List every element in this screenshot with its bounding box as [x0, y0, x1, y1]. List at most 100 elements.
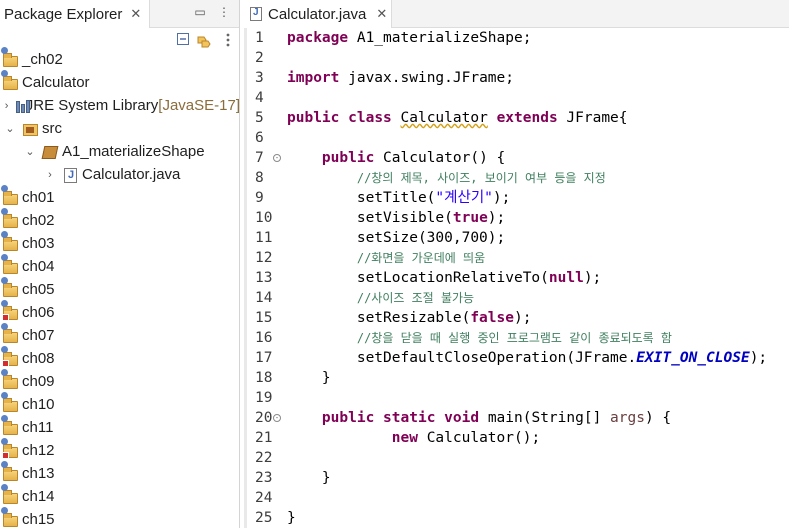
tree-item-label: ch05: [22, 281, 55, 298]
code-token: ) {: [644, 410, 672, 426]
project-icon: [1, 506, 19, 528]
tree-item-label: ch04: [22, 258, 55, 275]
close-icon[interactable]: ✕: [376, 6, 387, 22]
code-line: setSize(300,700);: [287, 228, 789, 248]
line-number: 13: [255, 270, 273, 286]
minimize-icon[interactable]: ▭: [193, 5, 207, 19]
tree-item[interactable]: ch03: [0, 230, 240, 255]
line-number: 11: [255, 230, 273, 246]
tree-item[interactable]: ch09: [0, 368, 240, 393]
code-line: package A1_materializeShape;: [287, 28, 789, 48]
tree-item[interactable]: ch13: [0, 460, 240, 485]
code-token: void: [444, 410, 480, 426]
code-line: //창을 닫을 때 실행 중인 프로그램도 같이 종료되도록 함: [287, 328, 789, 348]
tree-item-label: _ch02: [22, 51, 63, 68]
java-editor: Calculator.java ✕ 1234567-89101112131415…: [244, 0, 789, 528]
code-line: setResizable(false);: [287, 308, 789, 328]
tree-item[interactable]: › Calculator.java: [0, 163, 240, 186]
fold-toggle-icon[interactable]: -: [273, 154, 281, 162]
collapse-all-icon[interactable]: [176, 32, 192, 48]
package-explorer-view: Package Explorer ✕ ▭ ⋮ _ch02 Calculator › J…: [0, 0, 240, 528]
expanded-chevron-icon[interactable]: ⌄: [4, 122, 16, 135]
project-icon: [1, 230, 19, 252]
code-token: }: [287, 510, 296, 526]
tree-item[interactable]: ch10: [0, 391, 240, 416]
tree-item[interactable]: ch05: [0, 276, 240, 301]
tree-item[interactable]: ch12: [0, 437, 240, 462]
java-file-icon: [62, 167, 79, 183]
line-number: 24: [255, 490, 273, 506]
project-icon: [1, 207, 19, 229]
collapsed-chevron-icon[interactable]: ›: [4, 100, 9, 112]
tree-item[interactable]: ch04: [0, 253, 240, 278]
project-icon: [1, 276, 19, 298]
code-line: //사이즈 조절 불가능: [287, 288, 789, 308]
code-token: );: [513, 310, 532, 326]
project-icon: [1, 483, 19, 505]
tree-item-label: ch12: [22, 442, 55, 459]
tree-item[interactable]: ch15: [0, 506, 240, 528]
tree-item-label: ch15: [22, 511, 55, 528]
tree-item-decoration: [JavaSE-17]: [158, 97, 240, 114]
tab-calculator-java[interactable]: Calculator.java ✕: [244, 0, 392, 28]
line-number: 17: [255, 350, 273, 366]
code-text-area[interactable]: package A1_materializeShape; import java…: [287, 28, 789, 528]
code-token: A1_materializeShape;: [348, 30, 532, 46]
code-line: new Calculator();: [287, 428, 789, 448]
link-with-editor-icon[interactable]: [196, 32, 212, 48]
code-token: main(String[]: [479, 410, 611, 426]
view-menu-icon[interactable]: ⋮: [217, 5, 231, 19]
code-token: public: [321, 150, 375, 166]
code-token: public: [321, 410, 375, 426]
tree-item[interactable]: ch06: [0, 299, 240, 324]
close-icon[interactable]: ✕: [130, 6, 141, 22]
tree-item[interactable]: ⌄ A1_materializeShape: [0, 140, 240, 163]
expanded-chevron-icon[interactable]: ⌄: [24, 145, 36, 158]
code-line: }: [287, 508, 789, 528]
tree-item-label: Calculator: [22, 74, 90, 91]
line-number: 3: [255, 70, 264, 86]
tree-item[interactable]: ch07: [0, 322, 240, 347]
line-number: 25: [255, 510, 273, 526]
code-token: //창의 제목, 사이즈, 보이기 여부 등을 지정: [356, 171, 606, 185]
code-line: //화면을 가운데에 띄움: [287, 248, 789, 268]
project-icon: [1, 253, 19, 275]
tab-package-explorer[interactable]: Package Explorer ✕: [0, 0, 150, 28]
line-number: 16: [255, 330, 273, 346]
line-number: 14: [255, 290, 273, 306]
tree-item-label: ch11: [22, 419, 54, 436]
project-icon: [1, 414, 19, 436]
project-icon: [1, 322, 19, 344]
line-number: 1: [255, 30, 264, 46]
project-icon: [1, 368, 19, 390]
tree-item[interactable]: ⌄ src: [0, 117, 240, 140]
tree-item[interactable]: ch11: [0, 414, 240, 439]
tree-item[interactable]: Calculator: [0, 69, 240, 94]
project-error-icon: [1, 437, 19, 459]
fold-toggle-icon[interactable]: -: [273, 414, 281, 422]
tree-item[interactable]: ch14: [0, 483, 240, 508]
collapsed-chevron-icon[interactable]: ›: [44, 169, 56, 181]
code-token: Calculator: [400, 110, 488, 126]
code-token: args: [610, 410, 645, 426]
tree-item[interactable]: _ch02: [0, 46, 240, 71]
tree-item[interactable]: › JRE System Library [JavaSE-17]: [0, 94, 240, 117]
line-number: 22: [255, 450, 273, 466]
code-token: false: [470, 310, 514, 326]
project-icon: [1, 69, 19, 91]
tree-item-label: src: [42, 120, 62, 137]
tree-item[interactable]: ch08: [0, 345, 240, 370]
tree-item-label: ch03: [22, 235, 55, 252]
tree-item[interactable]: ch02: [0, 207, 240, 232]
line-number: 5: [255, 110, 264, 126]
tree-item[interactable]: ch01: [0, 184, 240, 209]
code-token: setDefaultCloseOperation(JFrame.: [287, 350, 637, 366]
line-number: 4: [255, 90, 264, 106]
more-options-icon[interactable]: [220, 32, 236, 48]
code-token: //화면을 가운데에 띄움: [356, 251, 486, 265]
